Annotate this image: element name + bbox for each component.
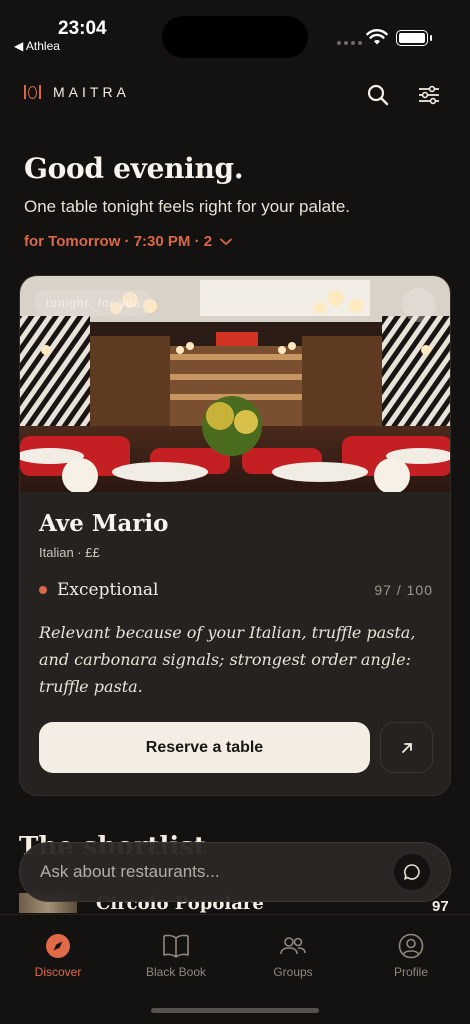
users-icon bbox=[280, 937, 306, 955]
maitra-logo-icon bbox=[24, 85, 41, 99]
recommendation-card[interactable]: tonight, for you Ave Mario Italian · ££ … bbox=[19, 275, 451, 796]
tonight-for-you-chip: tonight, for you bbox=[34, 290, 154, 316]
reserve-table-button[interactable]: Reserve a table bbox=[39, 722, 370, 773]
reservation-selector[interactable]: for Tomorrow · 7:30 PM · 2 bbox=[24, 233, 232, 250]
tab-groups[interactable]: Groups bbox=[243, 933, 343, 979]
restaurant-name: Ave Mario bbox=[39, 510, 169, 537]
chat-button[interactable] bbox=[394, 854, 430, 890]
rating-label: Exceptional bbox=[57, 580, 159, 600]
match-score: 97 / 100 bbox=[374, 582, 433, 598]
profile-icon bbox=[398, 933, 424, 959]
reservation-when-label: for Tomorrow · 7:30 PM · 2 bbox=[24, 233, 213, 250]
greeting-title: Good evening. bbox=[24, 152, 244, 185]
status-bar: 23:04 ◀ Athlea bbox=[0, 0, 470, 60]
list-item-score: 97 bbox=[432, 898, 449, 915]
arrow-up-right-icon bbox=[401, 742, 412, 753]
filters-button[interactable] bbox=[414, 80, 444, 110]
wifi-icon bbox=[366, 29, 388, 45]
open-restaurant-button[interactable] bbox=[380, 722, 433, 773]
book-icon bbox=[163, 934, 189, 958]
brand-logo[interactable]: MAITRA bbox=[24, 84, 130, 100]
status-time: 23:04 bbox=[58, 18, 107, 39]
rating-row: Exceptional 97 / 100 bbox=[39, 580, 433, 600]
dynamic-island bbox=[162, 16, 308, 58]
search-icon bbox=[367, 84, 389, 106]
ask-input[interactable] bbox=[40, 862, 394, 882]
battery-icon bbox=[396, 30, 432, 46]
home-indicator[interactable] bbox=[151, 1008, 319, 1013]
tab-label: Groups bbox=[273, 965, 313, 979]
sliders-icon bbox=[419, 85, 439, 105]
cellular-signal-icon bbox=[337, 41, 362, 45]
greeting-subtitle: One table tonight feels right for your p… bbox=[24, 197, 351, 216]
tab-label: Discover bbox=[34, 965, 82, 979]
tab-discover[interactable]: Discover bbox=[8, 933, 108, 979]
tab-label: Black Book bbox=[145, 965, 207, 979]
save-restaurant-button[interactable] bbox=[402, 288, 436, 322]
compass-icon bbox=[46, 934, 70, 958]
rating-dot-icon bbox=[39, 586, 47, 594]
brand-name: MAITRA bbox=[53, 84, 130, 100]
search-button[interactable] bbox=[363, 80, 393, 110]
restaurant-meta: Italian · ££ bbox=[39, 545, 100, 560]
tab-profile[interactable]: Profile bbox=[361, 933, 461, 979]
recommendation-reason: Relevant because of your Italian, truffl… bbox=[39, 623, 416, 696]
chevron-down-icon bbox=[220, 238, 232, 245]
chat-bubble-icon bbox=[404, 864, 420, 880]
ask-bar[interactable] bbox=[19, 842, 451, 902]
tab-black-book[interactable]: Black Book bbox=[126, 933, 226, 979]
tab-label: Profile bbox=[393, 965, 428, 979]
back-to-app-link[interactable]: ◀ Athlea bbox=[14, 39, 60, 53]
